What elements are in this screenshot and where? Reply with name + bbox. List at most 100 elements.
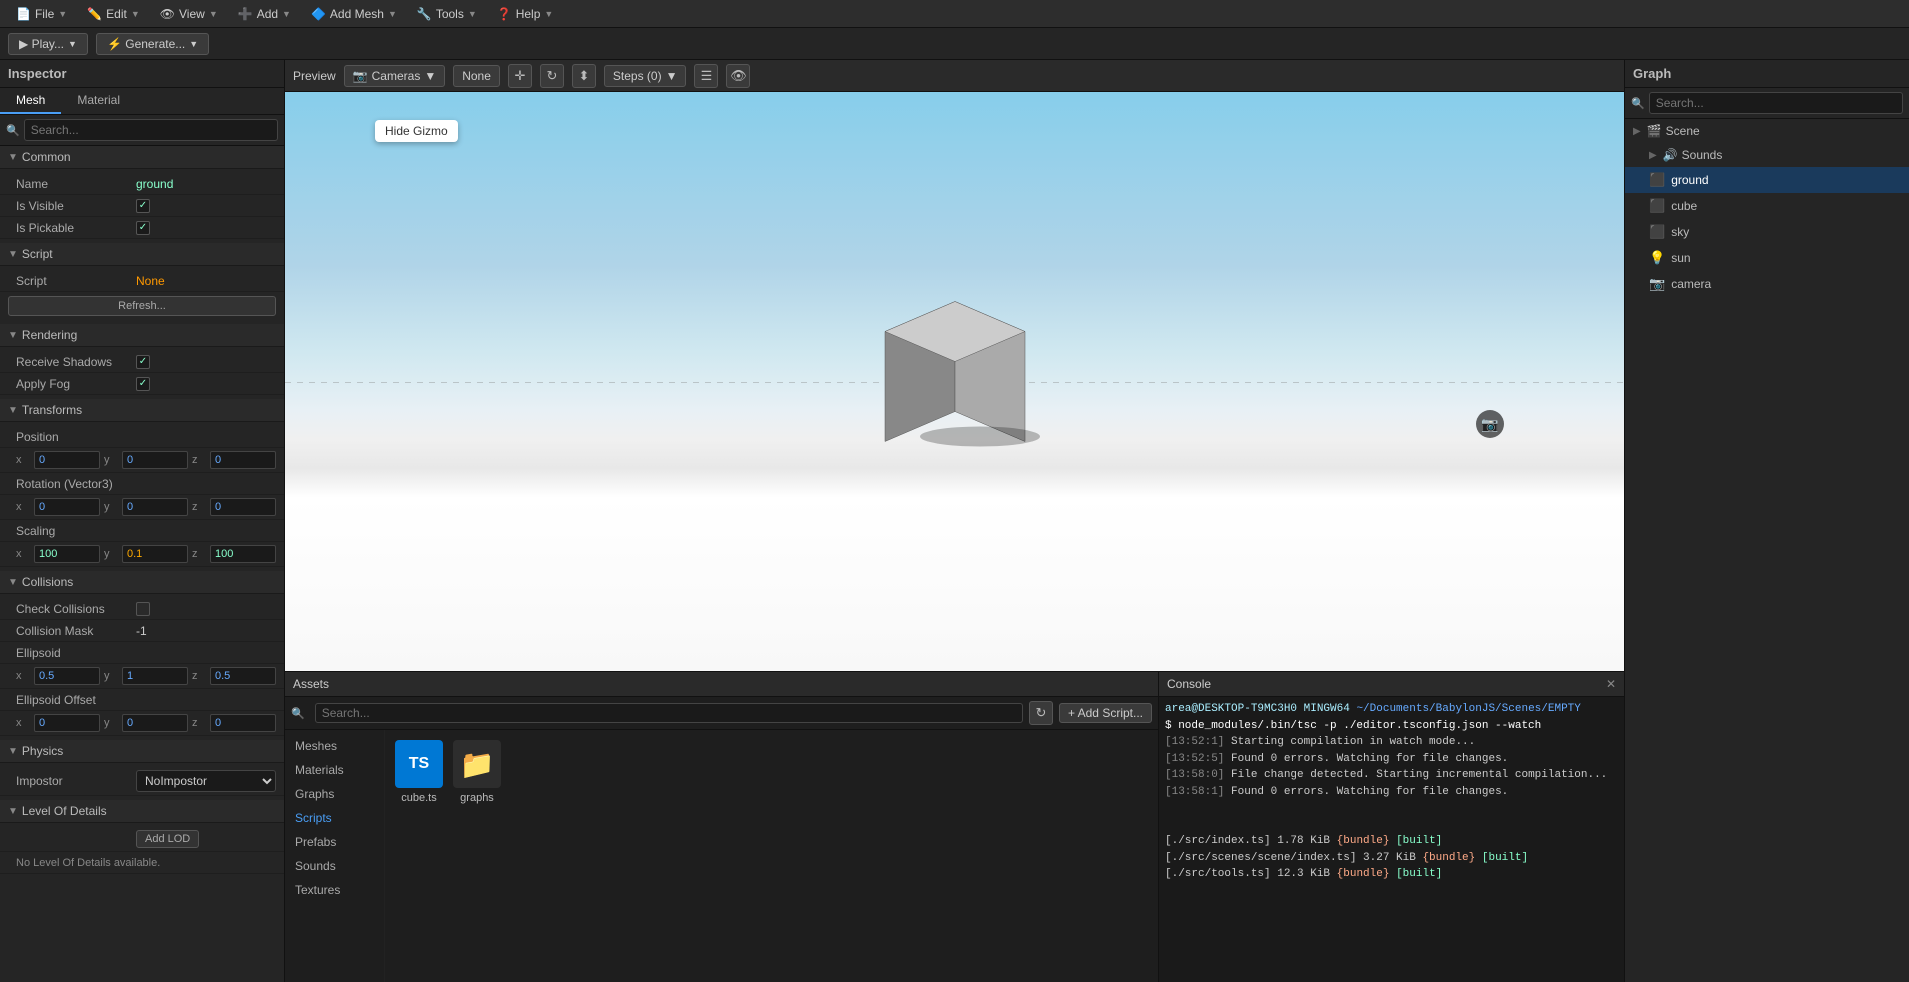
menu-tools[interactable]: 🔧 Tools ▼ xyxy=(409,5,485,23)
menu-view[interactable]: 👁 View ▼ xyxy=(152,5,226,23)
assets-search-input[interactable] xyxy=(315,703,1023,723)
steps-button[interactable]: Steps (0) ▼ xyxy=(604,65,687,87)
ellipsoid-offset-z[interactable] xyxy=(210,714,276,732)
menu-help[interactable]: ❓ Help ▼ xyxy=(489,5,562,23)
rotation-y[interactable] xyxy=(122,498,188,516)
inspector-search-input[interactable] xyxy=(24,119,278,141)
tab-material[interactable]: Material xyxy=(61,88,136,114)
assets-content: TS cube.ts 📁 graphs xyxy=(385,730,1158,982)
play-button[interactable]: ▶ Play... ▼ xyxy=(8,33,88,55)
console-header: Console ✕ xyxy=(1159,672,1624,697)
asset-cube-ts[interactable]: TS cube.ts xyxy=(395,740,443,804)
physics-body: Impostor NoImpostor BoxImpostor SphereIm… xyxy=(0,763,284,800)
sidebar-graphs[interactable]: Graphs xyxy=(285,782,384,806)
ellipsoid-x[interactable] xyxy=(34,667,100,685)
sounds-icon: 🔊 xyxy=(1663,148,1678,162)
section-physics[interactable]: ▼ Physics xyxy=(0,740,284,763)
asset-graphs[interactable]: 📁 graphs xyxy=(453,740,501,804)
is-visible-checkbox[interactable]: ✓ xyxy=(136,199,150,213)
cameras-button[interactable]: 📷 Cameras ▼ xyxy=(344,65,446,87)
tab-mesh[interactable]: Mesh xyxy=(0,88,61,114)
sidebar-textures[interactable]: Textures xyxy=(285,878,384,902)
toolbar: ▶ Play... ▼ ⚡ Generate... ▼ xyxy=(0,28,1909,60)
add-script-button[interactable]: + Add Script... xyxy=(1059,703,1152,723)
ellipsoid-offset-x[interactable] xyxy=(34,714,100,732)
ellipsoid-label-row: Ellipsoid xyxy=(0,642,284,664)
check-collisions-checkbox[interactable] xyxy=(136,602,150,616)
none-button[interactable]: None xyxy=(453,65,500,87)
menu-add[interactable]: ➕ Add ▼ xyxy=(230,5,299,23)
tree-ground[interactable]: ⬛ ground xyxy=(1625,167,1909,193)
position-label-row: Position xyxy=(0,426,284,448)
position-y[interactable] xyxy=(122,451,188,469)
tree-scene[interactable]: ▶ 🎬 Scene xyxy=(1625,119,1909,143)
section-rendering[interactable]: ▼ Rendering xyxy=(0,324,284,347)
sidebar-scripts[interactable]: Scripts xyxy=(285,806,384,830)
add-lod-row: Add LOD xyxy=(0,827,284,852)
rotation-z[interactable] xyxy=(210,498,276,516)
menu-icon-btn[interactable]: ☰ xyxy=(694,64,718,88)
position-x[interactable] xyxy=(34,451,100,469)
console-close-icon[interactable]: ✕ xyxy=(1606,677,1616,691)
sidebar-meshes[interactable]: Meshes xyxy=(285,734,384,758)
ground-icon: ⬛ xyxy=(1649,172,1665,188)
generate-button[interactable]: ⚡ Generate... ▼ xyxy=(96,33,209,55)
refresh-button[interactable]: Refresh... xyxy=(8,296,276,316)
graph-search-input[interactable] xyxy=(1649,92,1903,114)
hide-gizmo-tooltip: Hide Gizmo xyxy=(375,120,458,142)
move-icon-btn[interactable]: ✛ xyxy=(508,64,532,88)
apply-fog-checkbox[interactable]: ✓ xyxy=(136,377,150,391)
ellipsoid-y[interactable] xyxy=(122,667,188,685)
tree-cube[interactable]: ⬛ cube xyxy=(1625,193,1909,219)
menu-add-mesh[interactable]: 🔷 Add Mesh ▼ xyxy=(303,5,405,23)
scaling-z[interactable] xyxy=(210,545,276,563)
section-script[interactable]: ▼ Script xyxy=(0,243,284,266)
view-arrow: ▼ xyxy=(209,9,218,19)
section-collisions[interactable]: ▼ Collisions xyxy=(0,571,284,594)
ellipsoid-offset-label-row: Ellipsoid Offset xyxy=(0,689,284,711)
eye-icon-btn[interactable]: 👁 xyxy=(726,64,750,88)
tools-arrow: ▼ xyxy=(468,9,477,19)
graph-title: Graph xyxy=(1625,60,1909,88)
section-common[interactable]: ▼ Common xyxy=(0,146,284,169)
section-lod[interactable]: ▼ Level Of Details xyxy=(0,800,284,823)
inspector-tabs: Mesh Material xyxy=(0,88,284,115)
scaling-x[interactable] xyxy=(34,545,100,563)
is-pickable-checkbox[interactable]: ✓ xyxy=(136,221,150,235)
script-prop: Script None xyxy=(0,270,284,292)
apply-fog-prop: Apply Fog ✓ xyxy=(0,373,284,395)
tree-sky[interactable]: ⬛ sky xyxy=(1625,219,1909,245)
receive-shadows-checkbox[interactable]: ✓ xyxy=(136,355,150,369)
preview-panel: Preview 📷 Cameras ▼ None ✛ ↻ ⬍ Steps (0)… xyxy=(285,60,1624,672)
tree-sounds[interactable]: ▶ 🔊 Sounds xyxy=(1625,143,1909,167)
section-transforms[interactable]: ▼ Transforms xyxy=(0,399,284,422)
lod-body: Add LOD No Level Of Details available. xyxy=(0,823,284,878)
bottom-area: Assets 🔍 ↻ + Add Script... Meshes Materi… xyxy=(285,672,1624,982)
menu-file[interactable]: 📄 File ▼ xyxy=(8,5,75,23)
rotation-x[interactable] xyxy=(34,498,100,516)
add-lod-button[interactable]: Add LOD xyxy=(136,830,199,848)
sidebar-prefabs[interactable]: Prefabs xyxy=(285,830,384,854)
rotate-icon-btn[interactable]: ↻ xyxy=(540,64,564,88)
camera-tree-icon: 📷 xyxy=(1649,276,1665,292)
ellipsoid-offset-y[interactable] xyxy=(122,714,188,732)
scene-icon: 🎬 xyxy=(1647,124,1662,138)
sidebar-sounds[interactable]: Sounds xyxy=(285,854,384,878)
scaling-y[interactable] xyxy=(122,545,188,563)
menu-edit[interactable]: ✏️ Edit ▼ xyxy=(79,5,148,23)
tree-camera[interactable]: 📷 camera xyxy=(1625,271,1909,297)
sidebar-materials[interactable]: Materials xyxy=(285,758,384,782)
position-z[interactable] xyxy=(210,451,276,469)
assets-refresh-icon[interactable]: ↻ xyxy=(1029,701,1053,725)
tools-icon: 🔧 xyxy=(417,7,432,21)
tree-sun[interactable]: 💡 sun xyxy=(1625,245,1909,271)
ellipsoid-z[interactable] xyxy=(210,667,276,685)
scale-icon-btn[interactable]: ⬍ xyxy=(572,64,596,88)
console-line xyxy=(1165,817,1618,834)
console-line: [13:52:1] Starting compilation in watch … xyxy=(1165,734,1618,751)
file-icon: 📄 xyxy=(16,7,31,21)
graph-panel: Graph 🔍 ▶ 🎬 Scene ▶ 🔊 Sounds ⬛ ground ⬛ xyxy=(1624,60,1909,982)
console-line: [13:58:1] Found 0 errors. Watching for f… xyxy=(1165,784,1618,801)
impostor-select[interactable]: NoImpostor BoxImpostor SphereImpostor xyxy=(136,770,276,792)
preview-canvas: Hide Gizmo 📷 xyxy=(285,92,1624,671)
